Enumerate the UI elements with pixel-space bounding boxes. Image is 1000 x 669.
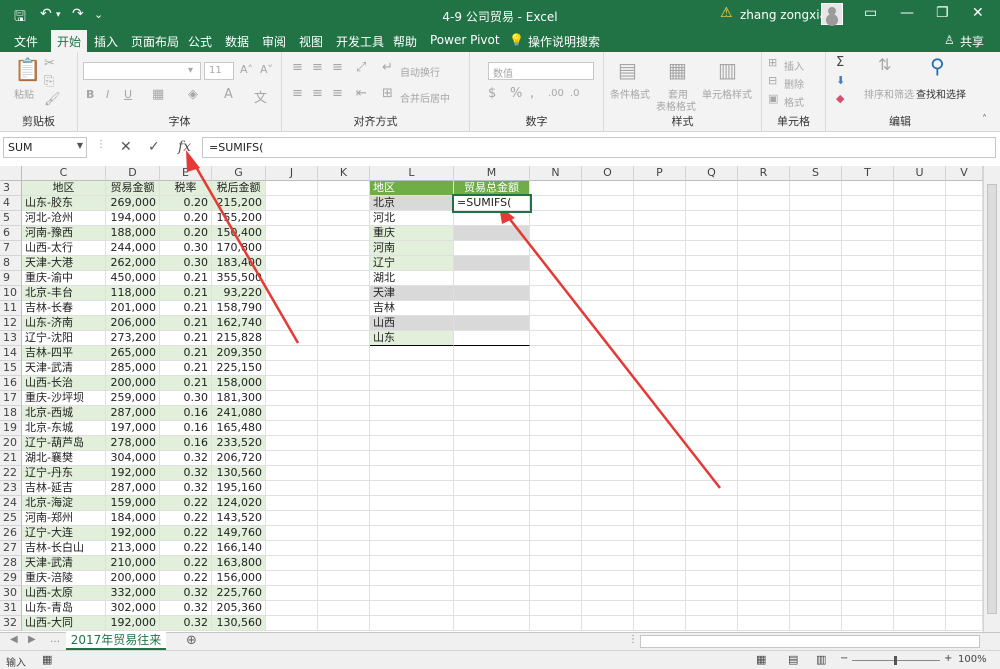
split-icon[interactable]: ⋮ [628, 634, 638, 645]
annotation-arrows [186, 150, 721, 489]
zoom-in-button[interactable]: + [944, 653, 952, 664]
page-layout-view-icon[interactable]: ▤ [788, 653, 798, 666]
sheet-more-icon[interactable]: … [50, 634, 60, 645]
normal-view-icon[interactable]: ▦ [756, 653, 766, 666]
zoom-out-button[interactable]: − [840, 653, 848, 664]
page-break-view-icon[interactable]: ▥ [816, 653, 826, 666]
arrow-to-fx [190, 159, 300, 344]
prev-sheet-icon[interactable]: ◀ [10, 634, 18, 645]
zoom-level[interactable]: 100% [958, 654, 987, 665]
sheet-tab-2017[interactable]: 2017年贸易往来 [66, 632, 166, 650]
status-mode: 输入 [6, 658, 26, 669]
status-bar: 输入 ▦ ▦ ▤ ▥ − + 100% [0, 650, 1000, 669]
sheet-tabs-bar: ◀ ▶ … 2017年贸易往来 ⊕ ⋮ [0, 632, 1000, 650]
arrow-to-cell [504, 212, 721, 489]
zoom-slider-thumb[interactable] [894, 656, 897, 665]
add-sheet-icon[interactable]: ⊕ [186, 633, 197, 648]
active-formula-cell[interactable]: =SUMIFS( [452, 194, 532, 213]
horizontal-scrollbar[interactable] [640, 635, 980, 648]
macro-record-icon[interactable]: ▦ [42, 653, 52, 666]
next-sheet-icon[interactable]: ▶ [28, 634, 36, 645]
